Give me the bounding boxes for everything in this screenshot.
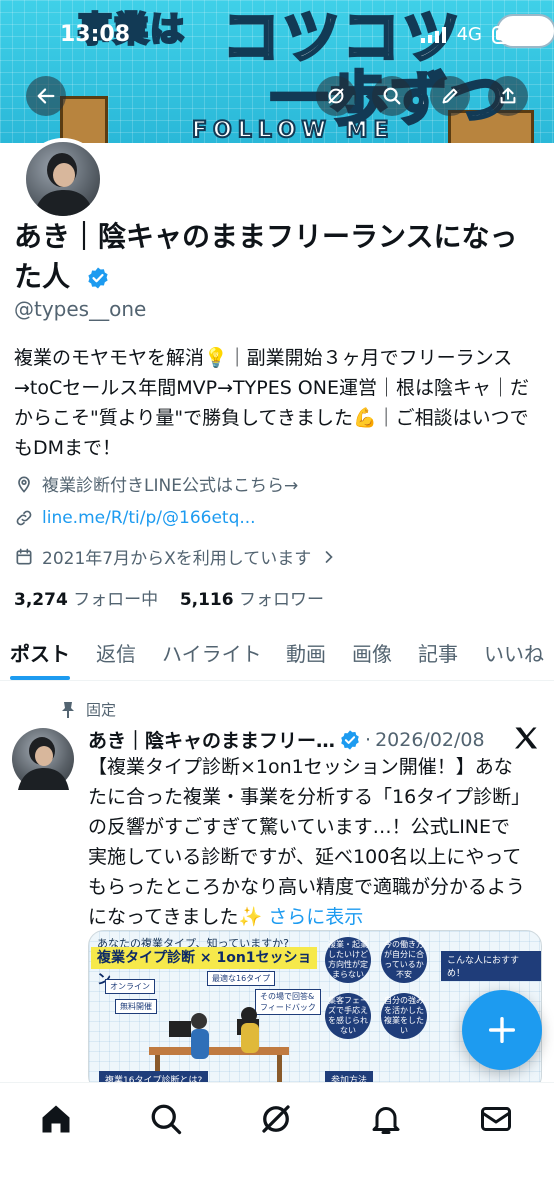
status-time: 13:08 [60,22,131,47]
joined-text: 2021年7月からXを利用しています [42,549,312,569]
following-label: フォロー中 [73,590,159,610]
tweet-body[interactable]: 【複業タイプ診断×1on1セッション開催！】あなたに合った複業・事業を分析する「… [88,752,528,932]
tab-articles[interactable]: 記事 [418,638,458,667]
profile-bio: 複業のモヤモヤを解消💡｜副業開始３ヶ月でフリーランス→toCセールス年間MVP→… [14,347,529,459]
link-icon [16,510,32,526]
chevron-right-icon [325,550,333,563]
share-icon [500,87,516,104]
x-logo-icon[interactable] [512,724,540,752]
tab-posts[interactable]: ポスト [10,638,70,667]
profile-handle: @types__one [14,297,147,321]
location-text: 複業診断付きLINE公式はこちら→ [42,476,299,496]
active-tab-indicator [10,676,70,680]
profile-location: 複業診断付きLINE公式はこちら→ [14,471,298,496]
pinned-label: 固定 [60,699,116,720]
media-recommend: こんな人におすすめ！ [441,951,541,981]
banner-follow-text: FOLLOW ME [191,117,395,143]
media-bubble-3: 集客フェーズで手応えを感じられない [325,993,371,1039]
media-bubble-2: 今の働き方が自分に合っているか不安 [381,937,427,983]
calendar-icon [16,548,32,564]
grok-icon [328,88,344,104]
edit-button[interactable] [430,76,470,116]
media-tag-online: オンライン [105,979,155,994]
verified-badge-icon [88,267,108,289]
plus-icon [488,1016,516,1044]
pencil-icon [442,88,458,104]
profile-avatar[interactable] [22,138,104,220]
tweet-text: 【複業タイプ診断×1on1セッション開催！】あなたに合った複業・事業を分析する「… [88,756,526,928]
share-button[interactable] [488,76,528,116]
media-tag-16: 最適な16タイプ [207,971,276,986]
status-indicators: 4G [420,24,526,45]
banner-crate-left [60,96,108,143]
tweet-avatar[interactable] [12,728,74,790]
messages-envelope-icon[interactable] [478,1101,514,1137]
follow-counts: 3,274 フォロー中 5,116 フォロワー [14,585,324,610]
home-icon[interactable] [38,1101,74,1137]
tab-images[interactable]: 画像 [352,638,392,667]
tweet-verified-icon [341,729,359,750]
following-count: 3,274 [14,590,68,610]
pinned-text: 固定 [86,701,117,719]
tweet-header: あき｜陰キャのままフリー… · 2026/02/08 [88,726,485,753]
profile-name: あき｜陰キャのままフリーランスになった人 [14,217,544,297]
tab-highlights[interactable]: ハイライト [162,638,262,667]
website-link[interactable]: line.me/R/ti/p/@166etq... [42,508,256,528]
back-button[interactable] [26,76,66,116]
tweet-avatar-figure [18,737,69,790]
followers-count: 5,116 [179,590,234,610]
tab-replies[interactable]: 返信 [96,638,136,667]
profile-joined[interactable]: 2021年7月からXを利用しています [14,544,339,569]
profile-banner[interactable]: 事業は コツコツ 一歩ずつ FOLLOW ME 13:08 4G [0,0,554,143]
bottom-navigation [0,1082,554,1201]
media-bubble-4: 自分の強みを活かした複業をしたい [381,993,427,1039]
location-pin-icon [18,476,30,493]
search-button[interactable] [372,76,412,116]
media-bubble-1: 複業・起業したいけど方向性が定まらない [325,937,371,983]
followers-link[interactable]: 5,116 フォロワー [180,590,324,610]
pin-icon [62,701,74,718]
profile-website[interactable]: line.me/R/ti/p/@166etq... [14,508,256,528]
battery-icon [492,25,525,44]
tweet-date[interactable]: 2026/02/08 [375,729,485,751]
notifications-bell-icon[interactable] [368,1101,404,1137]
following-link[interactable]: 3,274 フォロー中 [14,590,158,610]
search-nav-icon[interactable] [148,1101,184,1137]
network-label: 4G [456,24,482,45]
search-icon [383,87,401,105]
grok-nav-icon[interactable] [258,1101,294,1137]
show-more-link[interactable]: さらに表示 [268,906,363,928]
tab-likes[interactable]: いいね [484,638,544,667]
media-title: 複業タイプ診断 × 1on1セッション [91,947,317,988]
tab-videos[interactable]: 動画 [286,638,326,667]
grok-button[interactable] [316,76,356,116]
avatar-figure [34,153,94,216]
followers-label: フォロワー [239,590,324,610]
signal-icon [420,26,446,43]
arrow-left-icon [37,88,55,104]
tweet-author-name[interactable]: あき｜陰キャのままフリー… [88,726,335,753]
compose-post-button[interactable] [462,990,542,1070]
profile-tabs: ポスト 返信 ハイライト 動画 画像 記事 いいね [0,622,554,681]
